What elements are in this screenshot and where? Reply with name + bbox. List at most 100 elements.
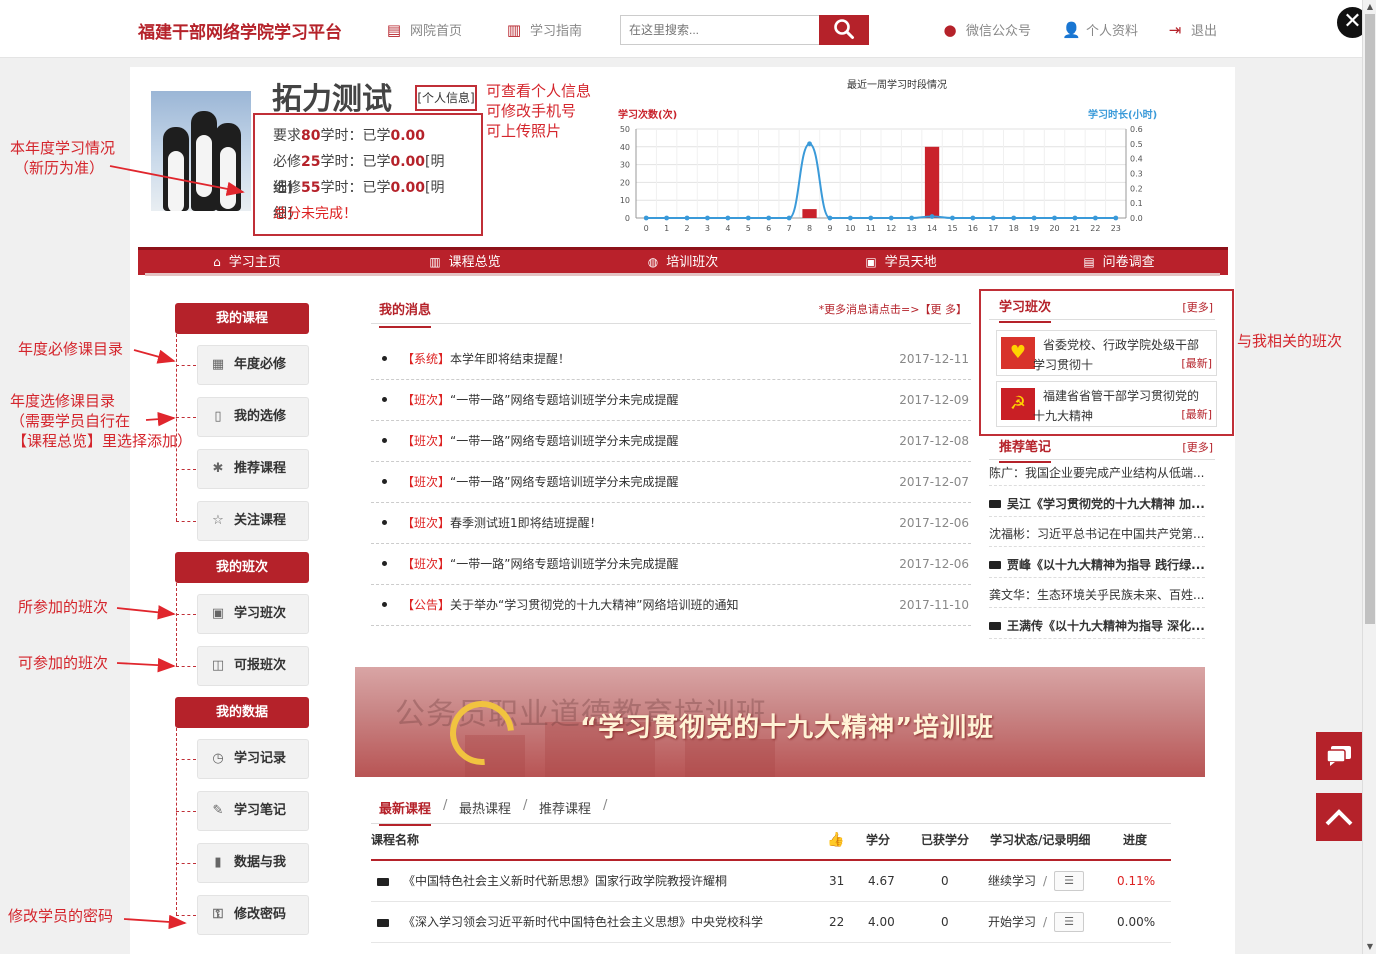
menu-connector <box>176 614 196 615</box>
classes-more-link[interactable]: [更多] <box>1182 299 1213 315</box>
banner-building <box>685 739 775 777</box>
note-item[interactable]: 吴江《学习贯彻党的十九大精神 加... <box>989 493 1205 517</box>
course-name[interactable]: 《深入学习领会习近平新时代中国特色社会主义思想》中央党校科学 <box>403 902 763 942</box>
tab-separator: / <box>443 798 448 813</box>
scroll-up-arrow[interactable]: ▲ <box>1363 0 1376 14</box>
message-tag: 【公告】 <box>402 598 451 612</box>
menu-my-electives[interactable]: ▯ 我的选修 <box>197 397 309 437</box>
x-tick-label: 2 <box>684 224 689 233</box>
nav-survey[interactable]: ▤ 问卷调查 <box>1010 250 1228 275</box>
course-progress: 0.11% <box>1117 874 1156 888</box>
message-tag: 【班次】 <box>402 516 451 530</box>
menu-enrollable-classes[interactable]: ◫ 可报班次 <box>197 646 309 686</box>
course-likes: 31 <box>829 874 845 888</box>
note-item[interactable]: 陈广：我国企业要完成产业结构从低端... <box>989 462 1205 486</box>
course-credit: 4.67 <box>868 874 895 888</box>
class-name: 省委党校、行政学院处级干部学习贯彻十 <box>1033 338 1200 372</box>
menu-connector <box>176 583 177 666</box>
tab-latest-courses[interactable]: 最新课程 <box>379 798 432 826</box>
course-credit: 4.00 <box>868 915 895 929</box>
message-item[interactable]: 【公告】关于举办“学习贯彻党的十九大精神”网络培训班的通知 2017-11-10 <box>371 585 971 626</box>
bullet <box>382 520 387 525</box>
message-date: 2017-12-08 <box>899 434 969 448</box>
notes-title[interactable]: 推荐笔记 <box>999 436 1052 463</box>
note-item[interactable]: 王满传《以十九大精神为指导 深化... <box>989 615 1205 639</box>
tab-hot-courses[interactable]: 最热课程 <box>459 798 511 817</box>
chat-icon <box>1326 746 1351 766</box>
course-name[interactable]: 《中国特色社会主义新时代新思想》国家行政学院教授许耀桐 <box>403 861 727 901</box>
nav-course-overview[interactable]: ▥ 课程总览 <box>356 250 574 275</box>
menu-followed-courses[interactable]: ☆ 关注课程 <box>197 501 309 541</box>
x-tick-label: 4 <box>725 224 730 233</box>
tab-separator: / <box>523 798 528 813</box>
chart-point <box>1072 215 1078 221</box>
menu-recommended-courses[interactable]: ✱ 推荐课程 <box>197 449 309 489</box>
bullet <box>382 356 387 361</box>
menu-change-password[interactable]: ⚿ 修改密码 <box>197 895 309 935</box>
main-nav-bar: ⌂ 学习主页 ▥ 课程总览 ◍ 培训班次 ▣ 学员天地 ▤ 问卷调查 <box>138 247 1228 275</box>
course-status-link[interactable]: 继续学习 <box>988 861 1036 901</box>
vertical-scrollbar[interactable]: ▲ ▼ <box>1362 0 1376 954</box>
note-text: 贾峰《以十九大精神为指导 践行绿... <box>1007 557 1205 572</box>
training-banner[interactable]: 公务员职业道德教育培训班 “学习贯彻党的十九大精神”培训班 <box>355 667 1205 777</box>
message-item[interactable]: 【班次】“一带一路”网络专题培训班学分未完成提醒 2017-12-07 <box>371 462 971 503</box>
menu-study-classes[interactable]: ▣ 学习班次 <box>197 594 309 634</box>
note-item[interactable]: 龚文华：生态环境关乎民族未来、百姓... <box>989 584 1205 608</box>
chart-point <box>705 215 710 221</box>
class-name: 福建省省管干部学习贯彻党的十九大精神 <box>1033 389 1200 423</box>
y-tick-label: 0 <box>625 214 630 223</box>
menu-connector <box>176 915 196 916</box>
x-tick-label: 15 <box>947 224 957 233</box>
message-text: “一带一路”网络专题培训班学分未完成提醒 <box>450 557 679 571</box>
chat-button[interactable] <box>1316 732 1362 780</box>
chart-point <box>950 215 955 221</box>
menu-study-notes[interactable]: ✎ 学习笔记 <box>197 791 309 831</box>
y-tick-label: 50 <box>620 125 630 134</box>
message-item[interactable]: 【班次】“一带一路”网络专题培训班学分未完成提醒 2017-12-08 <box>371 421 971 462</box>
message-text: 关于举办“学习贯彻党的十九大精神”网络培训班的通知 <box>450 598 739 612</box>
message-item[interactable]: 【班次】“一带一路”网络专题培训班学分未完成提醒 2017-12-06 <box>371 544 971 585</box>
scroll-down-arrow[interactable]: ▼ <box>1363 940 1376 954</box>
x-tick-label: 21 <box>1070 224 1080 233</box>
course-status-link[interactable]: 开始学习 <box>988 902 1036 942</box>
table-row[interactable]: 《中国特色社会主义新时代新思想》国家行政学院教授许耀桐 31 4.67 0 继续学习 / ☰… <box>371 861 1171 902</box>
x-tick-label: 7 <box>787 224 792 233</box>
messages-more-link[interactable]: *更多消息请点击=>【更 多】 <box>819 301 967 317</box>
section-my-data: 我的数据 <box>175 697 309 728</box>
scroll-thumb[interactable] <box>1365 14 1375 624</box>
tab-recommended-courses[interactable]: 推荐课程 <box>539 798 591 817</box>
back-to-top-button[interactable] <box>1316 793 1362 841</box>
record-detail-icon[interactable]: ☰ <box>1054 912 1084 932</box>
clock-icon: ◷ <box>212 751 224 766</box>
class-card[interactable]: ☭ 福建省省管干部学习贯彻党的十九大精神 [最新] <box>996 381 1217 427</box>
video-icon <box>989 621 1001 630</box>
y-tick-label: 10 <box>620 196 630 205</box>
notes-more-link[interactable]: [更多] <box>1182 439 1213 455</box>
menu-connector <box>176 417 196 418</box>
message-item[interactable]: 【班次】“一带一路”网络专题培训班学分未完成提醒 2017-12-09 <box>371 380 971 421</box>
message-item[interactable]: 【班次】春季测试班1即将结班提醒！ 2017-12-06 <box>371 503 971 544</box>
classes-title[interactable]: 学习班次 <box>999 296 1052 323</box>
note-item[interactable]: 贾峰《以十九大精神为指导 践行绿... <box>989 554 1205 578</box>
class-card[interactable]: ♥ 省委党校、行政学院处级干部学习贯彻十 [最新] <box>996 330 1217 376</box>
nav-study-home[interactable]: ⌂ 学习主页 <box>138 250 356 275</box>
table-row[interactable]: 《深入学习领会习近平新时代中国特色社会主义思想》中央党校科学 22 4.00 0 开始学… <box>371 902 1171 943</box>
message-item[interactable]: 【系统】本学年即将结束提醒！ 2017-12-11 <box>371 339 971 380</box>
record-detail-icon[interactable]: ☰ <box>1054 871 1084 891</box>
messages-tab[interactable]: 我的消息 <box>379 299 432 328</box>
note-item[interactable]: 沈福彬：习近平总书记在中国共产党第... <box>989 523 1205 547</box>
menu-data-and-me[interactable]: ▮ 数据与我 <box>197 843 309 883</box>
col-status: 学习状态/记录明细 <box>990 833 1091 847</box>
video-icon <box>989 560 1001 569</box>
chart-point <box>684 215 690 221</box>
message-date: 2017-12-07 <box>899 475 969 489</box>
menu-annual-required[interactable]: ▦ 年度必修 <box>197 345 309 385</box>
menu-study-records[interactable]: ◷ 学习记录 <box>197 739 309 779</box>
banner-title: “学习贯彻党的十九大精神”培训班 <box>580 713 995 743</box>
message-text: “一带一路”网络专题培训班学分未完成提醒 <box>450 393 679 407</box>
chart-point <box>1031 215 1037 221</box>
chart-point <box>725 215 731 221</box>
enroll-icon: ◫ <box>211 658 225 673</box>
nav-student-world[interactable]: ▣ 学员天地 <box>792 250 1010 275</box>
nav-training-classes[interactable]: ◍ 培训班次 <box>574 250 792 275</box>
